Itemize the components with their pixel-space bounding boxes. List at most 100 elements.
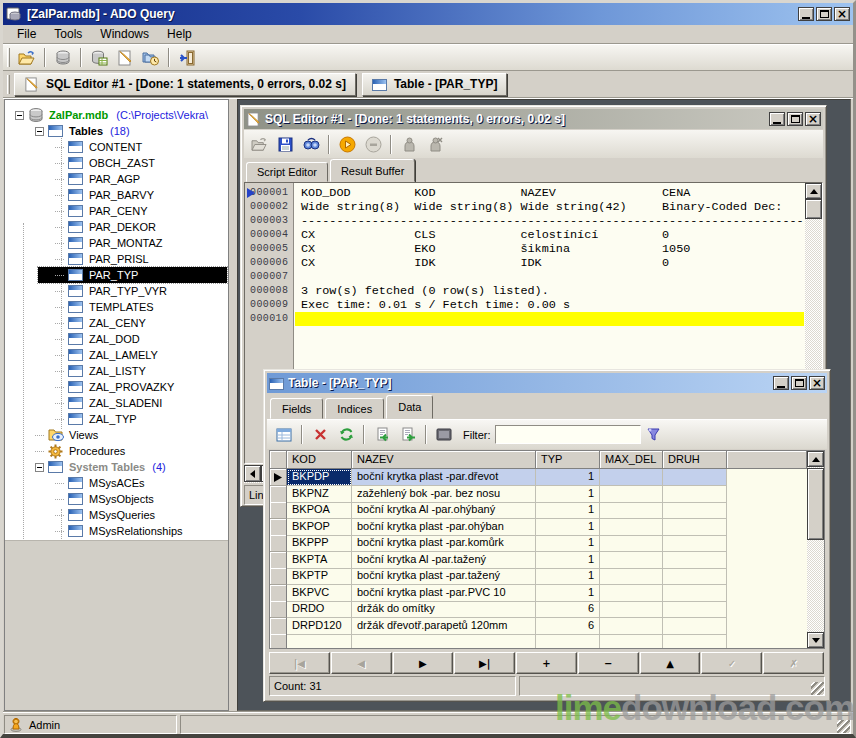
tab-table-par-typ[interactable]: Table - [PAR_TYP] bbox=[362, 73, 508, 96]
blob-view-button[interactable] bbox=[431, 423, 457, 446]
tree-node-tables[interactable]: Tables(18) bbox=[5, 123, 228, 139]
nav-delete-button[interactable]: − bbox=[578, 652, 639, 674]
scroll-up-button[interactable] bbox=[805, 183, 822, 199]
tree-item-zal_ceny[interactable]: ZAL_CENY bbox=[5, 315, 228, 331]
tab-indices[interactable]: Indices bbox=[325, 398, 384, 419]
tab-sql-editor[interactable]: SQL Editor #1 - [Done: 1 statements, 0 e… bbox=[14, 73, 356, 96]
tree-node-views[interactable]: Views bbox=[5, 427, 228, 443]
tree-item-content[interactable]: CONTENT bbox=[5, 139, 228, 155]
maximize-button[interactable] bbox=[791, 376, 807, 390]
tree-item-par_agp[interactable]: PAR_AGP bbox=[5, 171, 228, 187]
table-row[interactable]: BKPTAboční krytka Al -par.tažený1 bbox=[270, 552, 807, 569]
nav-edit-button[interactable]: ▲ bbox=[640, 652, 701, 674]
tree-item-obch_zast[interactable]: OBCH_ZAST bbox=[5, 155, 228, 171]
open-database-button[interactable] bbox=[14, 46, 40, 69]
tree-item-zal_dod[interactable]: ZAL_DOD bbox=[5, 331, 228, 347]
column-header-druh[interactable]: DRUH bbox=[663, 451, 727, 469]
scrollbar-thumb[interactable] bbox=[805, 199, 822, 219]
close-button[interactable]: × bbox=[805, 112, 821, 126]
table-row[interactable]: DRPD120držák dřevotř.parapetů 120mm6 bbox=[270, 618, 807, 635]
grid-vertical-scrollbar[interactable] bbox=[807, 451, 824, 648]
minimize-button[interactable] bbox=[798, 7, 814, 21]
delete-row-button[interactable] bbox=[307, 423, 333, 446]
nav-first-button[interactable]: |◀ bbox=[269, 652, 330, 674]
tree-item-par_prisl[interactable]: PAR_PRISL bbox=[5, 251, 228, 267]
minimize-button[interactable] bbox=[773, 376, 789, 390]
nav-post-button[interactable]: ✓ bbox=[701, 652, 762, 674]
table-row[interactable]: BKPVCboční krytka plast -par.PVC 101 bbox=[270, 585, 807, 602]
table-row[interactable]: BKPTPboční krytka plast -par.tažený1 bbox=[270, 568, 807, 585]
scroll-down-button[interactable] bbox=[807, 632, 824, 648]
menu-tools[interactable]: Tools bbox=[45, 25, 91, 43]
close-button[interactable]: × bbox=[809, 376, 825, 390]
folder-clock-button[interactable] bbox=[138, 46, 164, 69]
tree-item-templates[interactable]: TEMPLATES bbox=[5, 299, 228, 315]
maximize-button[interactable] bbox=[787, 112, 803, 126]
open-script-button[interactable] bbox=[246, 133, 272, 156]
exit-button[interactable] bbox=[174, 46, 200, 69]
filter-input[interactable] bbox=[495, 425, 641, 444]
database-schema-button[interactable] bbox=[86, 46, 112, 69]
tree-item-zal_typ[interactable]: ZAL_TYP bbox=[5, 411, 228, 427]
scroll-left-button[interactable] bbox=[244, 465, 261, 482]
tab-fields[interactable]: Fields bbox=[270, 398, 323, 419]
scroll-up-button[interactable] bbox=[807, 451, 824, 467]
import-button[interactable] bbox=[369, 423, 395, 446]
tree-item-par_barvy[interactable]: PAR_BARVY bbox=[5, 187, 228, 203]
tree-item-par_montaz[interactable]: PAR_MONTAZ bbox=[5, 235, 228, 251]
toolbar-grip[interactable] bbox=[7, 48, 10, 67]
menu-file[interactable]: File bbox=[8, 25, 45, 43]
table-row[interactable]: BKPOAboční krytka Al -par.ohýbaný1 bbox=[270, 502, 807, 519]
sql-editor-button[interactable] bbox=[112, 46, 138, 69]
table-row[interactable]: BKPPPboční krytka plast -par.komůrk1 bbox=[270, 535, 807, 552]
tree-item-zal_listy[interactable]: ZAL_LISTY bbox=[5, 363, 228, 379]
stop-button[interactable] bbox=[360, 133, 386, 156]
grid-view-button[interactable] bbox=[271, 423, 297, 446]
tree-item-zal_sladeni[interactable]: ZAL_SLADENI bbox=[5, 395, 228, 411]
export-button[interactable] bbox=[395, 423, 421, 446]
table-row[interactable]: BKPNZzažehlený bok -par. bez nosu1 bbox=[270, 486, 807, 503]
column-header-nazev[interactable]: NAZEV bbox=[352, 451, 536, 469]
minimize-button[interactable] bbox=[769, 112, 785, 126]
refresh-button[interactable] bbox=[333, 423, 359, 446]
maximize-button[interactable] bbox=[816, 7, 832, 21]
database-button[interactable] bbox=[50, 46, 76, 69]
tree-item-zal_lamely[interactable]: ZAL_LAMELY bbox=[5, 347, 228, 363]
commit-button[interactable] bbox=[396, 133, 422, 156]
find-button[interactable] bbox=[298, 133, 324, 156]
tree-item-msysobjects[interactable]: MSysObjects bbox=[5, 491, 228, 507]
tabbar-grip[interactable] bbox=[7, 75, 10, 94]
table-row[interactable]: BKPDPboční krytka plast -par.dřevot1 bbox=[270, 469, 807, 486]
column-header-kod[interactable]: KOD bbox=[287, 451, 352, 469]
tree-node-system-tables[interactable]: System Tables(4) bbox=[5, 459, 228, 475]
tree-item-par_typ_vyr[interactable]: PAR_TYP_VYR bbox=[5, 283, 228, 299]
execute-button[interactable] bbox=[334, 133, 360, 156]
column-header-max_del[interactable]: MAX_DEL bbox=[600, 451, 663, 469]
nav-insert-button[interactable]: + bbox=[516, 652, 577, 674]
nav-prior-button[interactable]: ◀ bbox=[331, 652, 392, 674]
table-row[interactable]: BKPOPboční krytka plast -par.ohýban1 bbox=[270, 519, 807, 536]
table-row[interactable]: DRDOdržák do omítky6 bbox=[270, 601, 807, 618]
tree-expand-icon[interactable] bbox=[35, 127, 44, 136]
scrollbar-thumb[interactable] bbox=[807, 468, 824, 540]
save-button[interactable] bbox=[272, 133, 298, 156]
data-grid[interactable]: KODNAZEVTYPMAX_DELDRUHBKPDPboční krytka … bbox=[269, 450, 825, 649]
tree-item-msysrelationships[interactable]: MSysRelationships bbox=[5, 523, 228, 539]
tab-script-editor[interactable]: Script Editor bbox=[246, 162, 328, 182]
tree-expand-icon[interactable] bbox=[15, 111, 24, 120]
menu-help[interactable]: Help bbox=[158, 25, 201, 43]
filter-funnel-icon[interactable] bbox=[641, 423, 667, 446]
column-header-typ[interactable]: TYP bbox=[536, 451, 600, 469]
nav-last-button[interactable]: ▶| bbox=[454, 652, 515, 674]
tree-item-msysaces[interactable]: MSysACEs bbox=[5, 475, 228, 491]
tree-expand-icon[interactable] bbox=[35, 463, 44, 472]
tree-item-zal_provazky[interactable]: ZAL_PROVAZKY bbox=[5, 379, 228, 395]
rollback-button[interactable] bbox=[422, 133, 448, 156]
tree-item-par_ceny[interactable]: PAR_CENY bbox=[5, 203, 228, 219]
tree-root[interactable]: ZalPar.mdb(C:\Projects\Vekra\ bbox=[5, 107, 228, 123]
tree-item-par_dekor[interactable]: PAR_DEKOR bbox=[5, 219, 228, 235]
tab-result-buffer[interactable]: Result Buffer bbox=[330, 159, 415, 182]
close-button[interactable]: × bbox=[834, 7, 850, 21]
nav-next-button[interactable]: ▶ bbox=[393, 652, 454, 674]
tab-data[interactable]: Data bbox=[386, 395, 433, 419]
